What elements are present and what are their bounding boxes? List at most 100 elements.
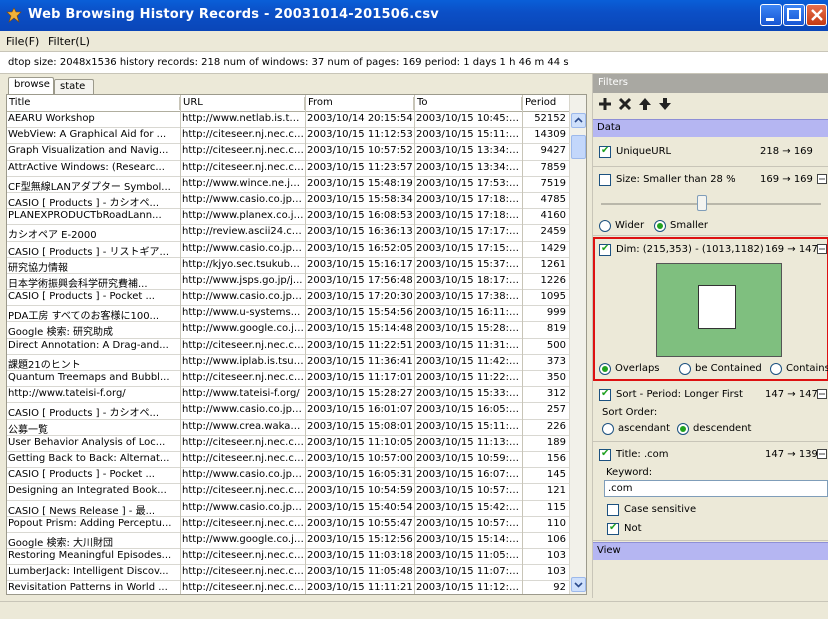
size-wider-radio[interactable] [599, 220, 611, 232]
cell-from: 2003/10/15 15:40:54 [307, 501, 413, 513]
table-row[interactable]: Revisitation Patterns in World ... http:/… [7, 581, 570, 594]
title-filter-checkbox[interactable] [599, 448, 611, 461]
table-row[interactable]: Direct Annotation: A Drag-and... http://c… [7, 339, 570, 355]
unique-url-checkbox[interactable] [599, 145, 611, 158]
table-row[interactable]: Google 検索: 研究助成 http://www.google.co.jp..… [7, 322, 570, 339]
dim-filter: Dim: (215,353) - (1013,1182) 169 → 147 O… [593, 237, 828, 381]
table-row[interactable]: PDA工房 すべてのお客様に100... http://www.u-systems… [7, 306, 570, 323]
cell-url: http://www.u-systems... [182, 307, 301, 319]
cell-title: AEARU Workshop [8, 113, 95, 124]
table-row[interactable]: CF型無線LANアダプター Symbol... http://www.wince.… [7, 177, 570, 193]
column-header-title[interactable]: Title [7, 97, 180, 110]
table-row[interactable]: AttrActive Windows: (Researc... http://ci… [7, 161, 570, 177]
arrow-down-icon[interactable] [657, 96, 673, 112]
column-header-period[interactable]: Period [523, 97, 570, 110]
table-row[interactable]: Restoring Meaningful Episodes... http://c… [7, 549, 570, 566]
scroll-down-button[interactable] [571, 577, 586, 592]
cell-url: http://citeseer.nj.nec.co... [182, 550, 304, 562]
cell-to: 2003/10/15 15:37:18 [416, 258, 521, 270]
maximize-button[interactable] [783, 4, 805, 26]
table-row[interactable]: CASIO [ Products ] - カシオペ... http://www.c… [7, 403, 570, 420]
keyword-input[interactable]: .com [604, 480, 828, 497]
close-button[interactable] [806, 4, 827, 26]
table-row[interactable]: AEARU Workshop http://www.netlab.is.tsu..… [7, 112, 570, 129]
unique-url-count: 218 → 169 [760, 146, 813, 157]
cell-title: 公募一覧 [8, 424, 48, 436]
dim-selected-region[interactable] [698, 285, 736, 329]
cell-url: http://citeseer.nj.nec.co... [182, 161, 304, 173]
cell-period: 110 [546, 517, 566, 529]
collapse-icon[interactable] [817, 449, 827, 459]
table-row[interactable]: CASIO [ Products ] - リストギア... http://www.… [7, 242, 570, 258]
table-row[interactable]: Google 検索: 大川財団 http://www.google.co.jp..… [7, 533, 570, 550]
dim-contains-radio[interactable] [770, 363, 782, 375]
scroll-thumb[interactable] [571, 135, 586, 159]
column-header-from[interactable]: From [306, 97, 414, 110]
sort-ascendant-radio[interactable] [602, 423, 614, 435]
size-smaller-radio[interactable] [654, 220, 666, 232]
table-row[interactable]: CASIO [ Products ] - カシオペ... http://www.c… [7, 193, 570, 210]
vertical-scrollbar[interactable] [569, 95, 586, 594]
case-sensitive-checkbox[interactable] [607, 504, 619, 516]
plus-icon[interactable] [597, 96, 613, 112]
collapse-icon[interactable] [817, 389, 827, 399]
sort-descendent-radio[interactable] [677, 423, 689, 435]
delete-icon[interactable] [617, 96, 633, 112]
table-row[interactable]: Designing an Integrated Book... http://ci… [7, 484, 570, 501]
column-header-url[interactable]: URL [181, 97, 305, 110]
dim-overlaps-label: Overlaps [615, 363, 660, 374]
cell-title: 研究協力情報 [8, 262, 68, 274]
table-row[interactable]: http://www.tateisi-f.org/http://www.tate… [7, 387, 570, 404]
cell-period: 819 [546, 323, 566, 335]
cell-title: LumberJack: Intelligent Discov... [8, 566, 169, 578]
table-row[interactable]: CASIO [ News Release ] - 最... http://www.… [7, 501, 570, 517]
cell-title: AttrActive Windows: (Researc... [8, 161, 165, 173]
arrow-up-icon[interactable] [637, 96, 653, 112]
menu-filter[interactable]: Filter(L) [48, 35, 90, 48]
table-row[interactable]: CASIO [ Products ] - Pocket ... http://ww… [7, 290, 570, 307]
scroll-up-button[interactable] [571, 113, 586, 128]
cell-from: 2003/10/15 16:36:13 [307, 226, 413, 238]
cell-period: 2459 [540, 226, 566, 238]
cell-from: 2003/10/15 16:08:53 [307, 210, 413, 222]
table-row[interactable]: WebView: A Graphical Aid for ... http://c… [7, 128, 570, 145]
not-checkbox[interactable] [607, 522, 619, 535]
dim-checkbox[interactable] [599, 243, 611, 256]
table-row[interactable]: 公募一覧 http://www.crea.wakay... 2003/10/15 1… [7, 420, 570, 436]
size-checkbox[interactable] [599, 174, 611, 186]
cell-from: 2003/10/15 16:52:05 [307, 242, 413, 254]
cell-url: http://review.ascii24.co... [182, 226, 304, 238]
cell-from: 2003/10/15 11:23:57 [307, 161, 413, 173]
menu-file[interactable]: File(F) [6, 35, 39, 48]
dim-overlaps-radio[interactable] [599, 363, 611, 375]
size-slider-thumb[interactable] [697, 195, 707, 211]
table-row[interactable]: 日本学術振興会科学研究費補... http://www.jsps.go.jp/j.… [7, 274, 570, 291]
cell-from: 2003/10/15 10:55:47 [307, 517, 413, 529]
dim-contained-radio[interactable] [679, 363, 691, 375]
cell-to: 2003/10/15 17:15:54 [416, 242, 521, 254]
table-row[interactable]: カシオペア E-2000 http://review.ascii24.co... 2… [7, 225, 570, 242]
table-row[interactable]: CASIO [ Products ] - Pocket ... http://ww… [7, 468, 570, 485]
cell-title: WebView: A Graphical Aid for ... [8, 129, 167, 141]
tab-state[interactable]: state [54, 79, 94, 94]
collapse-icon[interactable] [817, 244, 827, 254]
collapse-icon[interactable] [817, 174, 827, 184]
table-row[interactable]: User Behavior Analysis of Loc... http://c… [7, 436, 570, 452]
cell-period: 1261 [540, 258, 566, 270]
cell-period: 103 [546, 566, 566, 578]
table-row[interactable]: 課題21のヒント http://www.iplab.is.tsuk... 2003/… [7, 355, 570, 371]
cell-to: 2003/10/15 17:53:38 [416, 177, 521, 189]
table-row[interactable]: 研究協力情報 http://kjyo.sec.tsukuba... 2003/10/… [7, 258, 570, 274]
view-section-header: View [593, 542, 828, 560]
column-header-to[interactable]: To [415, 97, 522, 110]
table-row[interactable]: Quantum Treemaps and Bubbl... http://cite… [7, 371, 570, 388]
table-row[interactable]: Popout Prism: Adding Perceptu... http://c… [7, 517, 570, 533]
tab-browse[interactable]: browse [8, 77, 54, 95]
minimize-button[interactable] [760, 4, 782, 26]
sort-checkbox[interactable] [599, 388, 611, 401]
table-row[interactable]: Graph Visualization and Navig... http://c… [7, 144, 570, 161]
table-row[interactable]: Getting Back to Back: Alternat... http://… [7, 452, 570, 469]
table-row[interactable]: PLANEXPRODUCTbRoadLann... http://www.plan… [7, 209, 570, 226]
table-row[interactable]: LumberJack: Intelligent Discov... http://… [7, 565, 570, 582]
dim-region-canvas[interactable] [656, 263, 782, 357]
